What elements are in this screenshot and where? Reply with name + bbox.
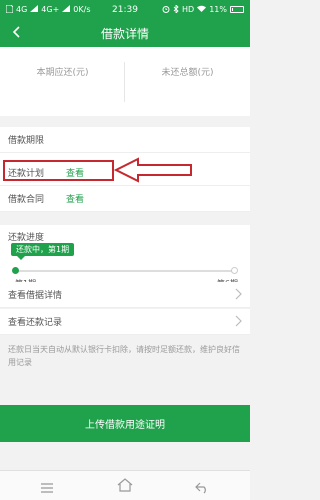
battery-icon [230, 6, 244, 13]
carrier-1: 4G [16, 5, 28, 14]
menu-icon[interactable] [40, 479, 54, 498]
repayment-records-row[interactable]: 查看还款记录 [0, 309, 250, 335]
upload-loan-purpose-button[interactable]: 上传借款用途证明 [0, 405, 250, 442]
alarm-icon [162, 5, 170, 15]
wifi-icon [197, 5, 207, 14]
progress-title: 还款进度 [8, 233, 45, 243]
loan-term-label: 借款期限 [8, 136, 45, 146]
back-icon[interactable] [195, 479, 209, 498]
navigation-bar: 借款详情 [0, 19, 250, 47]
annotation-highlight-box [3, 160, 114, 181]
more-links: 查看借据详情 查看还款记录 [0, 282, 250, 336]
progress-end-marker [231, 267, 238, 274]
progress-current-marker [12, 267, 19, 274]
repayment-progress: 还款进度 还款中，第1期 [0, 225, 250, 270]
annotation-arrow-icon [113, 157, 194, 187]
sim-card-icon [5, 4, 14, 15]
loan-contract-row: 借款合同 查看 [0, 186, 250, 212]
loan-term-row: 借款期限 [0, 127, 250, 153]
battery-level: 11% [209, 5, 227, 14]
view-contract-link[interactable]: 查看 [66, 192, 84, 205]
chevron-right-icon [235, 315, 242, 330]
repayment-note: 还款日当天自动从默认银行卡扣除，请按时足额还款，维护良好信用记录 [8, 345, 240, 367]
loan-info-row[interactable]: 查看借据详情 [0, 282, 250, 308]
home-icon[interactable] [117, 477, 133, 496]
current-due-label: 本期应还(元) [36, 68, 89, 78]
progress-status-badge: 还款中，第1期 [11, 243, 75, 260]
system-navigation-bar [0, 470, 250, 500]
bluetooth-icon [173, 3, 179, 15]
carrier-2: 4G+ [41, 5, 60, 14]
chevron-right-icon [235, 288, 242, 303]
progress-track [15, 270, 235, 272]
page-title: 借款详情 [100, 27, 149, 41]
loan-info-label: 查看借据详情 [8, 291, 63, 301]
loan-contract-label: 借款合同 [8, 195, 45, 205]
status-bar: 4G 4G+ 0K/s 21:39 HD 11% [0, 0, 250, 19]
network-type: HD [182, 5, 195, 14]
outstanding-total-label: 未还总额(元) [161, 68, 214, 78]
network-speed: 0K/s [73, 5, 91, 14]
signal-icon [62, 5, 71, 14]
loan-summary: 本期应还(元) 未还总额(元) [0, 47, 250, 116]
signal-icon [30, 5, 39, 14]
repayment-records-label: 查看还款记录 [8, 318, 63, 328]
